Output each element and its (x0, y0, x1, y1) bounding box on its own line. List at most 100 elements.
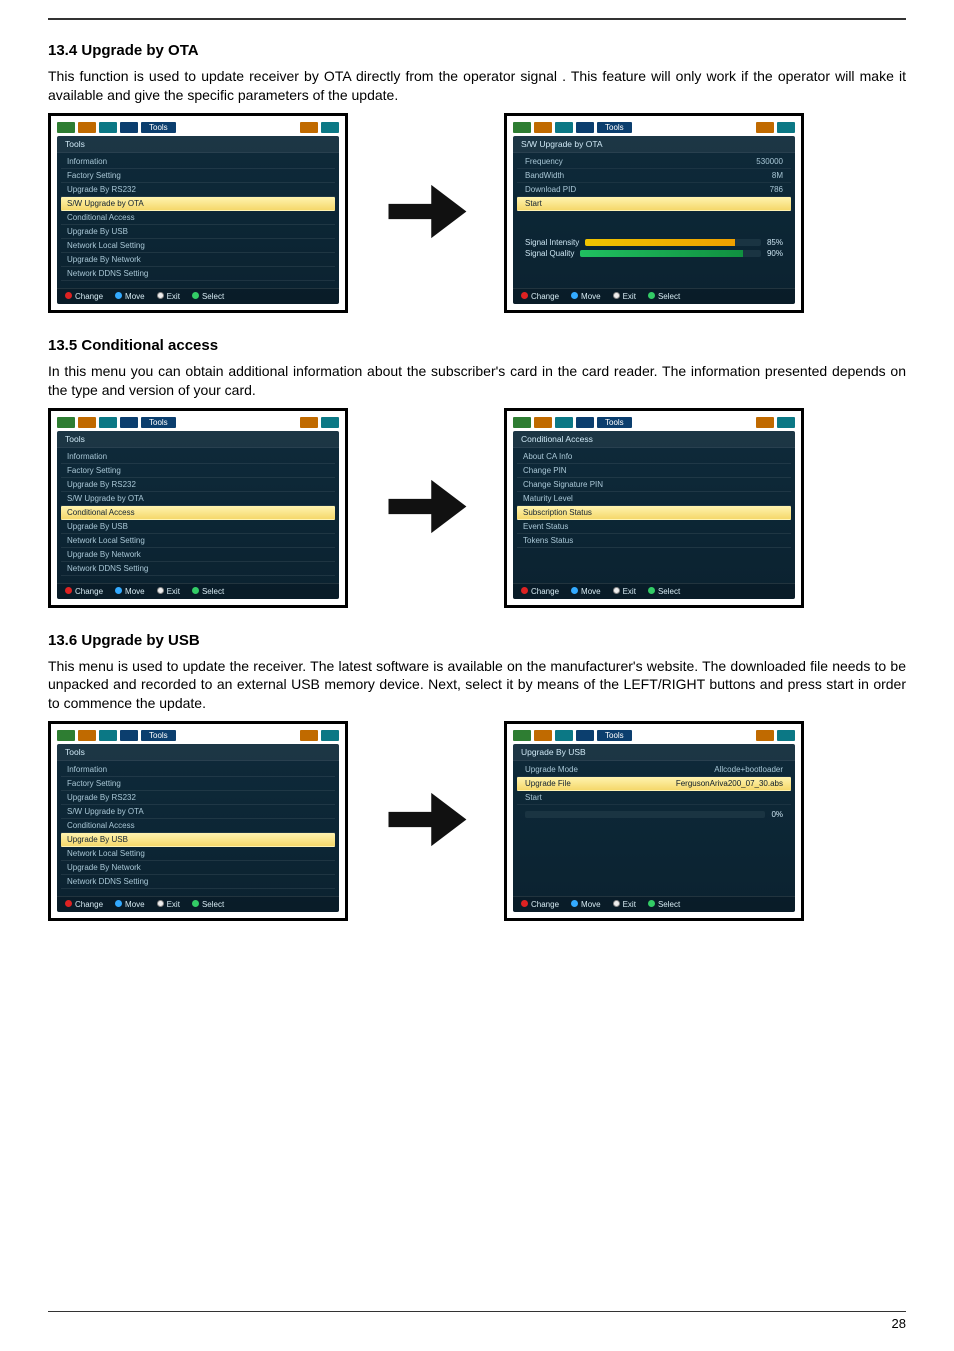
screenshot-ota-params: Tools S/W Upgrade by OTA Frequency530000… (504, 113, 804, 313)
header-tab-label: Tools (597, 122, 632, 133)
menu-item[interactable]: Network DDNS Setting (61, 267, 335, 281)
hdr-btn-icon (300, 122, 318, 133)
hint-change: Change (65, 587, 103, 596)
menu-item[interactable]: S/W Upgrade by OTA (61, 805, 335, 819)
menu-item-selected[interactable]: Conditional Access (61, 506, 335, 520)
hdr-btn-icon (57, 730, 75, 741)
hint-move: Move (571, 900, 601, 909)
menu-item[interactable]: Tokens Status (517, 534, 791, 548)
hdr-btn-icon (78, 417, 96, 428)
screenshot-conditional-access: Tools Conditional Access About CA Info C… (504, 408, 804, 608)
hint-footer: Change Move Exit Select (57, 583, 339, 599)
hdr-btn-icon (300, 417, 318, 428)
hdr-btn-icon (534, 730, 552, 741)
menu-item[interactable]: Upgrade By RS232 (61, 791, 335, 805)
hint-exit: Exit (613, 900, 636, 909)
param-row[interactable]: Frequency530000 (517, 155, 791, 169)
hdr-btn-icon (555, 417, 573, 428)
section-heading: 13.4 Upgrade by OTA (48, 42, 906, 59)
hint-move: Move (571, 292, 601, 301)
menu-item[interactable]: Upgrade By Network (61, 861, 335, 875)
tools-menu: Information Factory Setting Upgrade By R… (57, 153, 339, 288)
hdr-btn-icon (756, 122, 774, 133)
menu-item[interactable]: Factory Setting (61, 169, 335, 183)
param-row[interactable]: Start (517, 791, 791, 805)
menu-item-selected[interactable]: Upgrade By USB (61, 833, 335, 847)
progress-bar: 0% (517, 809, 791, 820)
hdr-btn-icon (777, 122, 795, 133)
menu-item-selected[interactable]: S/W Upgrade by OTA (61, 197, 335, 211)
hdr-btn-icon (513, 122, 531, 133)
header-tab-label: Tools (141, 122, 176, 133)
menu-item[interactable]: Network Local Setting (61, 534, 335, 548)
menu-item[interactable]: Upgrade By RS232 (61, 183, 335, 197)
hdr-btn-icon (555, 730, 573, 741)
panel-title: Tools (57, 136, 339, 153)
hdr-btn-icon (576, 122, 594, 133)
menu-item[interactable]: Upgrade By USB (61, 225, 335, 239)
menu-item[interactable]: Conditional Access (61, 819, 335, 833)
param-row-selected[interactable]: Start (517, 197, 791, 211)
menu-item[interactable]: Upgrade By Network (61, 548, 335, 562)
ca-menu: About CA Info Change PIN Change Signatur… (513, 448, 795, 583)
menu-item[interactable]: Factory Setting (61, 464, 335, 478)
menu-item[interactable]: Network Local Setting (61, 239, 335, 253)
hdr-btn-icon (120, 730, 138, 741)
section-body: This menu is used to update the receiver… (48, 657, 906, 714)
arrow-right-icon (366, 459, 486, 557)
usb-params: Upgrade ModeAllcode+bootloader Upgrade F… (513, 761, 795, 896)
hint-footer: Change Move Exit Select (513, 288, 795, 304)
hint-select: Select (192, 587, 224, 596)
ota-params: Frequency530000 BandWidth8M Download PID… (513, 153, 795, 288)
screenshot-header-bar: Tools (513, 417, 795, 428)
menu-item[interactable]: Change PIN (517, 464, 791, 478)
menu-item[interactable]: Information (61, 155, 335, 169)
figure-row-ca: Tools Tools Information Factory Setting … (48, 408, 906, 608)
hdr-btn-icon (513, 417, 531, 428)
menu-item[interactable]: Event Status (517, 520, 791, 534)
menu-item[interactable]: Network DDNS Setting (61, 875, 335, 889)
menu-item[interactable]: Maturity Level (517, 492, 791, 506)
screenshot-header-bar: Tools (513, 730, 795, 741)
menu-item[interactable]: Factory Setting (61, 777, 335, 791)
page-top-rule (48, 18, 906, 20)
arrow-right-icon (366, 772, 486, 870)
hdr-btn-icon (57, 122, 75, 133)
hint-select: Select (192, 292, 224, 301)
menu-item[interactable]: Information (61, 450, 335, 464)
hdr-btn-icon (120, 122, 138, 133)
hdr-btn-icon (756, 730, 774, 741)
menu-item[interactable]: Network Local Setting (61, 847, 335, 861)
hint-footer: Change Move Exit Select (57, 896, 339, 912)
section-heading: 13.5 Conditional access (48, 337, 906, 354)
menu-item[interactable]: Network DDNS Setting (61, 562, 335, 576)
hdr-btn-icon (78, 730, 96, 741)
hint-move: Move (115, 587, 145, 596)
menu-item[interactable]: Change Signature PIN (517, 478, 791, 492)
screenshot-header-bar: Tools (57, 122, 339, 133)
screenshot-header-bar: Tools (513, 122, 795, 133)
screenshot-header-bar: Tools (57, 730, 339, 741)
hdr-btn-icon (99, 730, 117, 741)
param-row-selected[interactable]: Upgrade FileFergusonAriva200_07_30.abs (517, 777, 791, 791)
hint-select: Select (648, 900, 680, 909)
screenshot-upgrade-usb: Tools Upgrade By USB Upgrade ModeAllcode… (504, 721, 804, 921)
section-heading: 13.6 Upgrade by USB (48, 632, 906, 649)
menu-item[interactable]: Conditional Access (61, 211, 335, 225)
panel-title: S/W Upgrade by OTA (513, 136, 795, 153)
menu-item[interactable]: Upgrade By RS232 (61, 478, 335, 492)
menu-item[interactable]: Upgrade By Network (61, 253, 335, 267)
hint-select: Select (648, 587, 680, 596)
hint-exit: Exit (157, 292, 180, 301)
menu-item[interactable]: Information (61, 763, 335, 777)
signal-intensity: Signal Intensity 85% (517, 237, 791, 248)
menu-item-selected[interactable]: Subscription Status (517, 506, 791, 520)
hint-footer: Change Move Exit Select (57, 288, 339, 304)
param-row[interactable]: Upgrade ModeAllcode+bootloader (517, 763, 791, 777)
menu-item[interactable]: Upgrade By USB (61, 520, 335, 534)
hdr-btn-icon (120, 417, 138, 428)
param-row[interactable]: Download PID786 (517, 183, 791, 197)
menu-item[interactable]: S/W Upgrade by OTA (61, 492, 335, 506)
param-row[interactable]: BandWidth8M (517, 169, 791, 183)
menu-item[interactable]: About CA Info (517, 450, 791, 464)
